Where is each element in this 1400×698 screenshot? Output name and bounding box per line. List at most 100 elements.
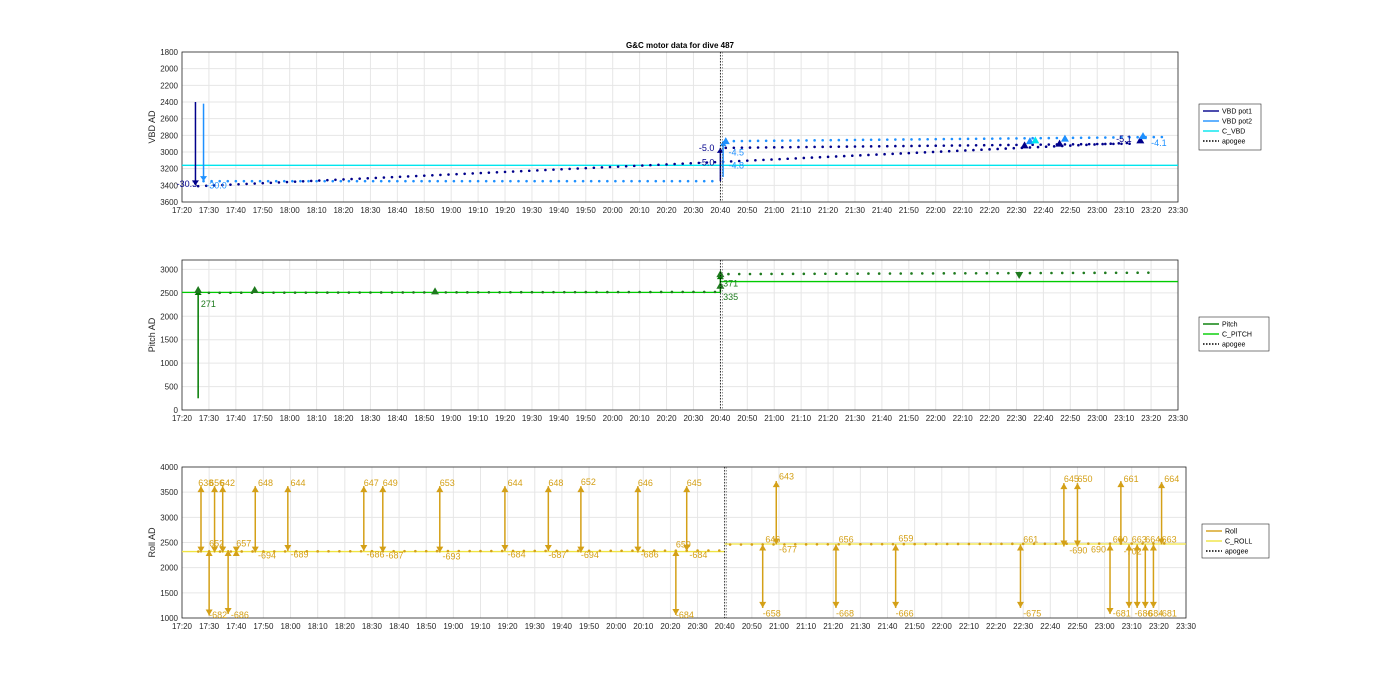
data-point [498,290,501,294]
data-point [772,139,776,143]
data-point [1104,271,1107,275]
x-tick-label: 19:50 [576,206,597,215]
x-tick-label: 20:30 [683,206,704,215]
x-tick-label: 22:40 [1033,414,1054,423]
x-tick-label: 18:20 [333,414,354,423]
x-tick-label: 17:50 [253,206,274,215]
x-tick-label: 17:40 [226,622,247,631]
value-annotation: 335 [723,292,738,302]
x-tick-label: 19:40 [549,414,570,423]
data-point [229,291,232,295]
data-point [974,143,978,147]
value-annotation: 661 [1023,535,1038,545]
panel-vbd: 17:20 17:30 17:40 17:50 18:00 18:10 18:20 18:30… [147,48,1262,215]
data-point [476,291,480,294]
value-annotation: -677 [779,545,797,555]
value-annotation: 652 [209,539,224,549]
data-point [616,165,620,168]
data-point [371,179,375,183]
data-point [277,181,281,184]
data-point [780,272,784,276]
data-point [562,290,566,294]
data-point [527,169,531,173]
value-annotation: 664 [1145,535,1160,545]
x-tick-label: 22:10 [959,622,980,631]
data-point [845,145,849,148]
data-point [794,157,798,160]
x-tick-label: 21:20 [823,622,844,631]
y-tick-label: 500 [165,383,179,392]
legend: VBD pot1 VBD pot2 C_VBDapogee [1198,103,1262,151]
data-point [967,542,971,546]
data-point [732,139,736,143]
x-tick-label: 19:50 [579,622,600,631]
data-point [717,549,721,552]
data-point [966,144,970,147]
value-annotation: -694 [581,550,599,560]
x-tick-label: 17:30 [199,414,220,423]
x-tick-label: 22:40 [1033,206,1054,215]
data-point [342,178,345,181]
x-tick-label: 22:20 [980,414,1001,423]
value-annotation: -30.3 [177,179,198,189]
data-point [1136,135,1139,139]
x-tick-label: 22:30 [1006,206,1027,215]
data-point [584,166,588,170]
value-annotation: 644 [508,478,523,488]
data-point [821,138,824,142]
data-point [910,272,913,275]
data-point [495,170,499,174]
value-annotation: 643 [779,472,794,482]
data-point [974,137,978,141]
x-tick-label: 18:30 [360,206,381,215]
data-point [673,162,676,166]
data-point [355,179,359,183]
data-point [347,179,351,183]
x-tick-label: 18:10 [307,414,328,423]
value-annotation: -689 [291,550,309,560]
data-point [1101,142,1104,146]
value-annotation: -668 [836,608,854,618]
x-tick-label: 17:30 [199,206,220,215]
data-point [196,184,200,188]
data-point [920,272,924,275]
data-point [439,173,442,177]
data-point [1044,145,1048,149]
x-tick-label: 20:40 [710,206,731,215]
data-point [894,144,897,148]
data-point [387,179,391,183]
x-tick-label: 23:00 [1087,414,1108,423]
value-annotation: 661 [1124,474,1139,484]
value-annotation: -693 [442,552,460,562]
data-point [316,550,319,553]
x-tick-label: 23:10 [1114,414,1135,423]
value-annotation: -681 [1113,608,1131,618]
data-point [754,158,757,162]
x-tick-label: 20:10 [630,206,651,215]
data-point [1028,146,1032,149]
data-point [934,137,938,141]
data-point [907,151,911,155]
data-point [309,179,313,183]
data-point [985,271,989,275]
data-point [770,158,773,161]
data-point [953,272,956,275]
data-point [818,155,822,159]
data-point [1039,271,1043,275]
data-point [374,176,378,180]
data-point [315,179,318,183]
value-annotation: -4.8 [728,161,744,171]
data-point [608,165,612,169]
data-point [614,179,617,183]
data-point [759,272,763,276]
data-point [804,543,808,546]
data-point [966,137,970,141]
value-annotation: -30.0 [206,181,227,191]
data-point [435,549,439,553]
data-point [845,272,849,275]
x-tick-label: 17:50 [253,414,274,423]
data-point [600,166,604,169]
data-point [544,168,547,172]
data-point [638,179,641,183]
data-point [242,179,246,183]
